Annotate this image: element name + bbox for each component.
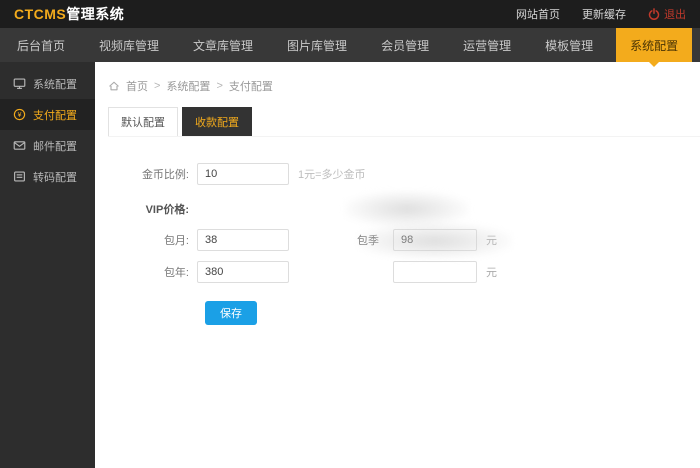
coin-ratio-label: 金币比例:: [141, 169, 189, 181]
nav-item-video-library[interactable]: 视频库管理: [87, 28, 171, 62]
home-icon: [109, 81, 119, 91]
sidebar-item-system-config[interactable]: 系统配置: [0, 68, 95, 99]
coin-icon: ¥: [13, 108, 26, 121]
breadcrumb: 首页 > 系统配置 > 支付配置: [95, 62, 700, 94]
sidebar-item-transcode-config[interactable]: 转码配置: [0, 161, 95, 192]
extra-unit-label: 元: [486, 267, 497, 279]
main-nav: 后台首页 视频库管理 文章库管理 图片库管理 会员管理 运营管理 模板管理 系统…: [0, 28, 700, 67]
sidebar-item-label: 系统配置: [33, 78, 77, 91]
nav-item-system-config[interactable]: 系统配置: [616, 28, 693, 67]
sidebar-item-payment-config[interactable]: ¥ 支付配置: [0, 99, 95, 130]
save-button[interactable]: 保存: [205, 301, 257, 325]
monthly-price-input[interactable]: [197, 229, 289, 251]
transcode-icon: [14, 171, 25, 182]
power-icon: [648, 8, 660, 20]
monitor-icon: [13, 78, 26, 89]
logo-brand: CTCMS: [14, 6, 67, 22]
extra-price-input[interactable]: [393, 261, 477, 283]
topbar-links: 网站首页 更新缓存 退出: [516, 6, 686, 22]
content-area: 首页 > 系统配置 > 支付配置 默认配置 收款配置 金币比例: 1元=多少金币…: [95, 62, 700, 468]
svg-text:¥: ¥: [18, 112, 22, 119]
nav-item-image-library[interactable]: 图片库管理: [275, 28, 359, 62]
nav-item-operation[interactable]: 运营管理: [451, 28, 523, 62]
monthly-label: 包月:: [163, 235, 189, 247]
tab-payment-collection-config[interactable]: 收款配置: [182, 107, 252, 136]
quarterly-label: 包季: [357, 235, 379, 247]
topbar: CTCMS管理系统 网站首页 更新缓存 退出: [0, 0, 700, 28]
quarterly-unit-label: 元: [486, 235, 497, 247]
nav-item-dashboard[interactable]: 后台首页: [5, 28, 77, 62]
payment-config-form: 金币比例: 1元=多少金币 VIP价格: 包月: 包季 元 包年: 元 保存: [95, 163, 700, 325]
mail-icon: [13, 141, 26, 150]
sidebar-item-label: 邮件配置: [33, 140, 77, 153]
refresh-cache-link[interactable]: 更新缓存: [582, 6, 626, 22]
tab-default-config[interactable]: 默认配置: [108, 107, 178, 136]
coin-ratio-hint: 1元=多少金币: [298, 169, 366, 181]
breadcrumb-separator: >: [154, 80, 161, 92]
sidebar: 系统配置 ¥ 支付配置 邮件配置 转码配置: [0, 62, 95, 468]
app-logo: CTCMS管理系统: [14, 4, 124, 24]
yearly-label: 包年:: [163, 267, 189, 279]
monthly-row: 包月: 包季 元: [95, 229, 700, 251]
nav-item-member[interactable]: 会员管理: [369, 28, 441, 62]
logout-link[interactable]: 退出: [648, 6, 686, 22]
nav-item-article-library[interactable]: 文章库管理: [181, 28, 265, 62]
yearly-price-input[interactable]: [197, 261, 289, 283]
quarterly-group: 包季 元: [357, 229, 497, 251]
breadcrumb-separator: >: [216, 80, 223, 92]
coin-ratio-input[interactable]: [197, 163, 289, 185]
sidebar-item-mail-config[interactable]: 邮件配置: [0, 130, 95, 161]
sidebar-item-label: 支付配置: [33, 109, 77, 122]
nav-item-template[interactable]: 模板管理: [533, 28, 605, 62]
site-home-link[interactable]: 网站首页: [516, 6, 560, 22]
quarterly-price-input[interactable]: [393, 229, 477, 251]
yearly-row: 包年: 元: [95, 261, 700, 283]
breadcrumb-home[interactable]: 首页: [126, 78, 148, 94]
sidebar-item-label: 转码配置: [33, 171, 77, 184]
logo-suffix: 管理系统: [66, 6, 125, 22]
logout-label: 退出: [664, 9, 686, 21]
breadcrumb-payment-config[interactable]: 支付配置: [229, 78, 273, 94]
tab-bar: 默认配置 收款配置: [108, 107, 700, 137]
vip-price-section-label: VIP价格:: [145, 204, 189, 216]
extra-price-group: 元: [357, 261, 497, 283]
coin-ratio-row: 金币比例: 1元=多少金币: [95, 163, 700, 185]
breadcrumb-system-config[interactable]: 系统配置: [166, 78, 210, 94]
